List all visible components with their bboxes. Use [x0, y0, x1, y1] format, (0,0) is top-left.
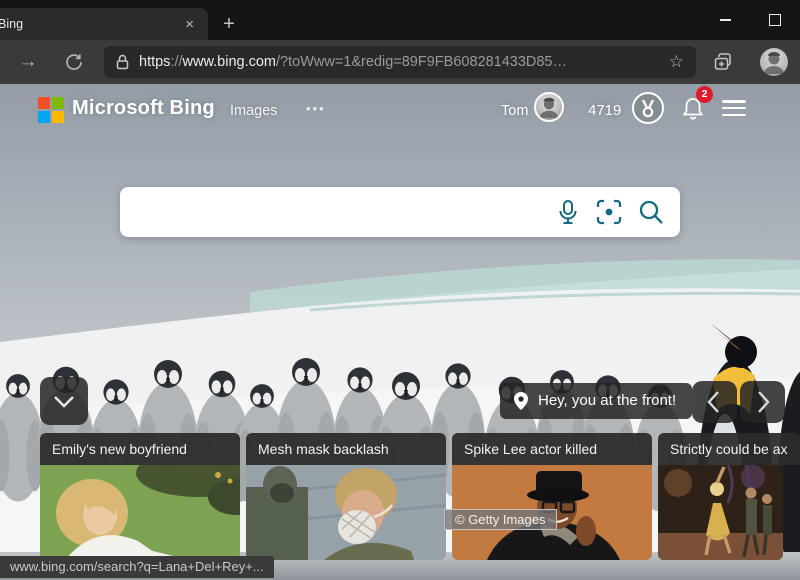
collections-icon	[712, 51, 734, 73]
link-status-tooltip: www.bing.com/search?q=Lana+Del+Rey+...	[0, 556, 274, 578]
refresh-button[interactable]	[56, 40, 92, 84]
carousel-previous-button[interactable]	[692, 381, 737, 423]
address-bar[interactable]: https://www.bing.com/?toWww=1&redig=89F9…	[104, 46, 696, 78]
search-bar[interactable]	[120, 187, 680, 237]
carousel-next-button[interactable]	[740, 381, 785, 423]
news-card-image-strictly	[658, 465, 783, 560]
menu-bar	[722, 107, 746, 110]
refresh-icon	[65, 53, 83, 71]
logo-square-red	[38, 97, 50, 109]
search-input[interactable]	[136, 203, 556, 221]
news-card-emily[interactable]: Emily's new boyfriend	[40, 433, 240, 560]
rewards-points[interactable]: 4719	[588, 102, 621, 119]
chevron-down-icon	[40, 377, 88, 425]
news-card-title: Spike Lee actor killed	[452, 433, 652, 465]
getty-attribution-label: © Getty Images	[444, 509, 557, 530]
url-text: https://www.bing.com/?toWww=1&redig=89F9…	[139, 54, 661, 70]
bing-homepage: Microsoft Bing Images ••• Tom 4719	[0, 84, 800, 580]
bing-header: Microsoft Bing Images ••• Tom 4719	[0, 84, 800, 130]
user-name[interactable]: Tom	[501, 103, 528, 119]
notification-count-badge: 2	[696, 86, 713, 103]
tab-bing[interactable]: Bing ×	[0, 8, 208, 40]
rewards-medal-icon	[631, 91, 665, 125]
news-card-title: Emily's new boyfriend	[40, 433, 240, 465]
tab-close-icon[interactable]: ×	[185, 16, 194, 33]
nav-item-images[interactable]: Images	[230, 103, 278, 119]
hamburger-menu-button[interactable]	[722, 100, 746, 116]
url-domain: www.bing.com	[183, 54, 276, 70]
search-icons	[556, 199, 664, 225]
location-pin-icon	[512, 391, 530, 411]
tab-bar: Bing × +	[0, 0, 800, 40]
new-tab-button[interactable]: +	[216, 12, 242, 38]
lock-icon	[116, 54, 129, 70]
tab-title: Bing	[0, 17, 185, 31]
news-card-strictly[interactable]: Strictly could be ax	[658, 433, 800, 560]
news-card-title: Strictly could be ax	[658, 433, 800, 465]
url-path: /?toWww=1&redig=89F9FB608281433D85…	[276, 54, 567, 70]
logo-square-blue	[38, 111, 50, 123]
rewards-medal-button[interactable]	[631, 91, 665, 130]
menu-bar	[722, 100, 746, 103]
image-info-expand-button[interactable]	[40, 377, 88, 425]
news-card-title: Mesh mask backlash	[246, 433, 446, 465]
chevron-left-icon	[692, 381, 737, 423]
brand-title[interactable]: Microsoft Bing	[72, 97, 215, 120]
hero-caption[interactable]: Hey, you at the front!	[500, 383, 692, 419]
browser-profile-avatar[interactable]	[760, 48, 788, 76]
hero-caption-text: Hey, you at the front!	[538, 392, 676, 409]
menu-bar	[722, 114, 746, 117]
favorite-star-icon[interactable]: ☆	[669, 52, 684, 72]
logo-square-yellow	[52, 111, 64, 123]
logo-square-green	[52, 97, 64, 109]
user-photo	[536, 94, 562, 120]
visual-search-button[interactable]	[596, 199, 622, 225]
url-separator: ://	[170, 54, 182, 70]
user-avatar[interactable]	[534, 92, 564, 122]
maximize-icon	[769, 14, 781, 26]
news-card-spike-lee[interactable]: Spike Lee actor killed	[452, 433, 652, 560]
browser-toolbar: → https://www.bing.com/?toWww=1&redig=89…	[0, 40, 800, 84]
minimize-icon	[720, 19, 731, 21]
news-card-image-mesh-mask	[246, 465, 446, 560]
chevron-right-icon	[740, 381, 785, 423]
news-card-image-emily	[40, 465, 240, 560]
window-minimize-button[interactable]	[702, 0, 748, 40]
window-maximize-button[interactable]	[752, 0, 798, 40]
profile-photo	[760, 48, 788, 76]
forward-button[interactable]: →	[10, 40, 46, 84]
url-scheme: https	[139, 54, 170, 70]
collections-button[interactable]	[712, 51, 734, 78]
microsoft-logo-icon[interactable]	[38, 97, 64, 123]
news-card-mesh-mask[interactable]: Mesh mask backlash	[246, 433, 446, 560]
search-submit-button[interactable]	[638, 199, 664, 225]
browser-window: Bing × + → https://www.bing.com/?toWww=1…	[0, 0, 800, 580]
nav-more-menu[interactable]: •••	[306, 101, 326, 116]
microphone-button[interactable]	[556, 199, 580, 225]
